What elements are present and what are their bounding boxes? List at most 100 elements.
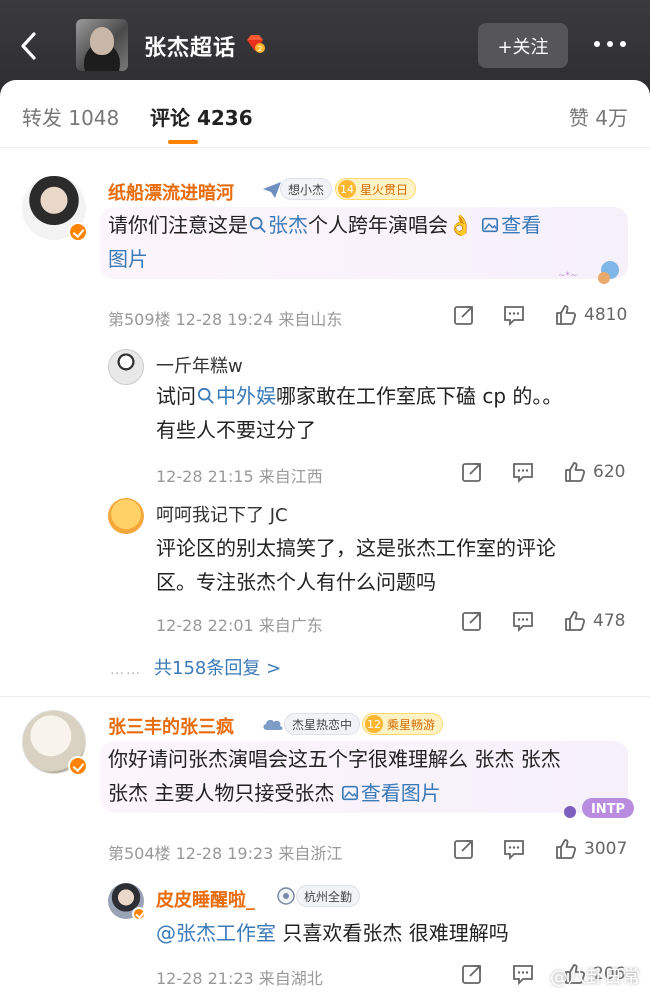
reply-text: 评论区的别太搞笑了，这是张杰工作室的评论 区。专注张杰个人有什么问题吗 (156, 531, 626, 599)
post-tabs: 转发 1048 评论 4236 赞 4万 (0, 80, 650, 148)
like-count: 4810 (584, 305, 628, 325)
comment-username[interactable]: 纸船漂流进暗河 (108, 179, 234, 205)
tab-reposts[interactable]: 转发 1048 (22, 102, 119, 131)
avatar[interactable] (108, 498, 144, 534)
share-icon (462, 965, 481, 984)
level-badge: 14 星火贯日 (335, 178, 417, 200)
thumbs-up-icon (556, 839, 577, 859)
reply-button[interactable] (511, 460, 535, 484)
avatar[interactable] (108, 349, 144, 385)
svg-text:2: 2 (258, 45, 262, 53)
follow-button[interactable]: +关注 (478, 23, 568, 68)
comment-text: 你好请问张杰演唱会这五个字很难理解么 张杰 张杰 张杰 主要人物只接受张杰 查看… (108, 742, 628, 810)
back-chevron-icon (21, 32, 36, 60)
thumbs-up-icon (565, 462, 586, 482)
ok-hand-emoji-icon: 👌 (448, 213, 473, 237)
back-button[interactable] (14, 26, 44, 66)
avatar[interactable] (108, 883, 146, 921)
level-number: 12 (365, 715, 383, 733)
reply-text-segment: 试问 (156, 384, 196, 408)
verified-badge-icon (68, 222, 88, 242)
avatar[interactable] (22, 710, 88, 776)
share-button[interactable] (460, 460, 484, 484)
topic-title[interactable]: 张杰超话 (144, 30, 236, 62)
view-image-link-text: 查看图片 (360, 781, 441, 805)
like-count: 620 (593, 462, 626, 482)
more-replies-text: 共158条回复 > (154, 658, 282, 679)
verified-badge-icon (132, 907, 146, 921)
image-icon (482, 217, 499, 233)
reply-username[interactable]: 皮皮睡醒啦_ (156, 886, 255, 912)
avatar[interactable] (22, 176, 88, 242)
reply-text: 试问 中外娱哪家敢在工作室底下磕 cp 的。。 有些人不要过分了 (156, 379, 626, 447)
comment-icon (513, 612, 533, 633)
like-button[interactable]: 4810 (554, 303, 627, 327)
like-count: 478 (593, 611, 626, 631)
share-icon (462, 463, 481, 482)
active-tab-indicator (168, 140, 198, 144)
reply-text-segment: 只喜欢看张杰 很难理解吗 (276, 921, 509, 945)
reply-text-segment: 评论区的别太搞笑了，这是张杰工作室的评论 (156, 536, 556, 560)
search-icon (197, 387, 214, 404)
attendance-badge: 杭州全勤 (296, 885, 361, 907)
comment-text-segment: 你好请问张杰演唱会这五个字很难理解么 张杰 张杰 (108, 747, 561, 771)
like-button[interactable]: 478 (563, 609, 625, 633)
comment-text-segment: 个人跨年演唱会 (308, 213, 448, 237)
svg-text:~*~: ~*~ (558, 271, 578, 281)
like-button[interactable]: 620 (563, 460, 625, 484)
thumbs-up-icon (556, 305, 577, 325)
more-dots-icon[interactable] (594, 33, 634, 55)
share-button[interactable] (452, 303, 476, 327)
tab-likes[interactable]: 赞 4万 (569, 102, 628, 131)
topic-link-text: 中外娱 (216, 384, 276, 408)
view-image-link[interactable]: 查看图片 (341, 781, 441, 805)
share-button[interactable] (460, 609, 484, 633)
topic-link[interactable]: 张杰 (248, 213, 308, 237)
like-button[interactable]: 3007 (554, 837, 627, 861)
search-icon (249, 216, 266, 233)
tab-comments[interactable]: 评论 4236 (150, 102, 253, 131)
share-icon (454, 840, 473, 859)
more-replies-link[interactable]: …… 共158条回复 > (110, 654, 281, 680)
comment-icon (504, 306, 524, 327)
comment-username[interactable]: 张三丰的张三疯 (108, 713, 234, 739)
topic-cover-image[interactable] (76, 19, 128, 71)
reply-text-segment: 有些人不要过分了 (156, 418, 316, 442)
level-text: 星火贯日 (360, 182, 409, 197)
thumbs-up-icon (565, 611, 586, 631)
reply-button[interactable] (502, 837, 526, 861)
reply-text: @张杰工作室 只喜欢看张杰 很难理解吗 (156, 916, 626, 950)
comment-text-segment: 张杰 主要人物只接受张杰 (108, 781, 335, 805)
comment-text-segment: 请你们注意这是 (108, 213, 248, 237)
reply-button[interactable] (511, 962, 535, 986)
view-image-link-text: 图片 (108, 247, 148, 271)
reply-button[interactable] (511, 609, 535, 633)
fan-badge: 想小杰 (280, 178, 333, 200)
reply-text-segment: 区。专注张杰个人有什么问题吗 (156, 570, 436, 594)
image-icon (341, 785, 358, 801)
attendance-badge-icon (277, 887, 295, 905)
reply-text-segment: 哪家敢在工作室底下磕 cp 的。。 (276, 384, 563, 408)
share-button[interactable] (452, 837, 476, 861)
intp-sticker: INTP (560, 790, 640, 824)
level-number: 14 (338, 180, 356, 198)
mention-link[interactable]: @张杰工作室 (156, 921, 276, 945)
fan-badge: 杰星热恋中 (284, 713, 361, 735)
diamond-level-badge-icon: 2 (247, 35, 265, 53)
comment-icon (513, 965, 533, 986)
reply-username[interactable]: 呵呵我记下了 JC (156, 501, 288, 527)
topic-link[interactable]: 中外娱 (196, 384, 276, 408)
more-replies-dots: …… (110, 662, 142, 678)
comment-text: 请你们注意这是 张杰个人跨年演唱会👌 查看 图片 (108, 208, 628, 276)
level-text: 乘星畅游 (387, 717, 436, 732)
share-icon (462, 612, 481, 631)
share-button[interactable] (460, 962, 484, 986)
decoration-sticker: ~*~ (556, 258, 626, 286)
intp-sticker-text: INTP (591, 802, 625, 817)
like-count: 3007 (584, 839, 628, 859)
reply-username[interactable]: 一斤年糕w (156, 352, 243, 378)
level-badge: 12 乘星畅游 (362, 713, 444, 735)
cloud-icon (263, 719, 283, 730)
reply-button[interactable] (502, 303, 526, 327)
verified-badge-icon (68, 756, 88, 776)
